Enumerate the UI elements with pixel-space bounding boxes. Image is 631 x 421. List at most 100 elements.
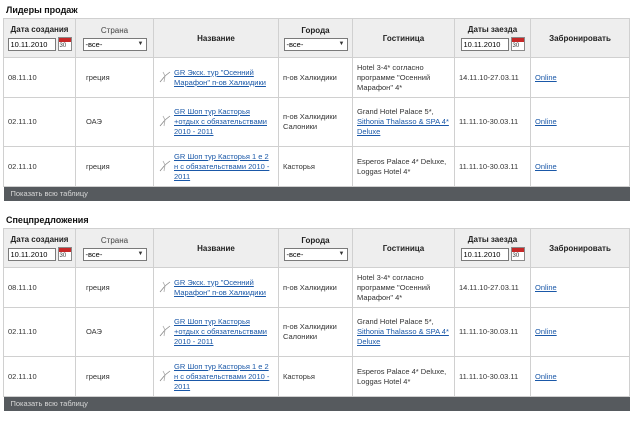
- table-row: 02.11.10 ОАЭ GR Шоп тур Касторья +отдых …: [3, 307, 630, 357]
- book-online-link[interactable]: Online: [535, 73, 557, 82]
- book-header: Забронировать: [530, 18, 630, 58]
- row-book-cell: Online: [530, 57, 630, 98]
- row-name-cell: GR Экск. тур "Осенний Марафон" п-ов Халк…: [153, 267, 279, 308]
- hotel-text: Hotel 3-4* согласно программе "Осенний М…: [357, 62, 431, 92]
- tour-photo-icon: [159, 281, 171, 292]
- tour-name-link[interactable]: GR Экск. тур "Осенний Марафон" п-ов Халк…: [174, 278, 266, 297]
- city-select[interactable]: -все- ▼: [283, 247, 348, 261]
- row-book-cell: Online: [530, 307, 630, 357]
- leaders-table: Дата создания 10.11.2010 30 Страна -все-…: [3, 18, 630, 201]
- row-date: 08.11.10: [3, 57, 76, 98]
- table-row: 08.11.10 греция GR Экск. тур "Осенний Ма…: [3, 57, 630, 98]
- section-title-leaders: Лидеры продаж: [6, 5, 78, 15]
- book-online-link[interactable]: Online: [535, 162, 557, 171]
- row-city: п-ов Халкидики: [278, 57, 353, 98]
- country-header: Страна -все- ▼: [75, 18, 154, 58]
- country-select[interactable]: -все- ▼: [82, 247, 147, 261]
- created-date-header: Дата создания 10.11.2010 30: [3, 18, 76, 58]
- country-select[interactable]: -все- ▼: [82, 37, 147, 51]
- calendar-icon[interactable]: 30: [57, 37, 72, 51]
- hotel-header: Гостиница: [352, 228, 455, 268]
- country-label: Страна: [100, 25, 129, 35]
- row-country: греция: [75, 57, 154, 98]
- checkin-dates-header: Даты заезда 10.11.2010 30: [454, 228, 531, 268]
- row-book-cell: Online: [530, 97, 630, 147]
- hotel-text: Grand Hotel Palace 5*,: [357, 317, 434, 326]
- row-hotel: Hotel 3-4* согласно программе "Осенний М…: [352, 267, 455, 308]
- calendar-icon[interactable]: 30: [57, 247, 72, 261]
- country-header: Страна -все- ▼: [75, 228, 154, 268]
- row-date: 02.11.10: [3, 356, 76, 397]
- city-select-value: -все-: [286, 249, 304, 259]
- hotel-link[interactable]: Sithonia Thalasso & SPA 4* Deluxe: [357, 117, 449, 136]
- table-row: 02.11.10 греция GR Шоп тур Касторья 1 е …: [3, 146, 630, 187]
- name-header: Название: [153, 18, 279, 58]
- table-row: 02.11.10 ОАЭ GR Шоп тур Касторья +отдых …: [3, 97, 630, 147]
- book-online-link[interactable]: Online: [535, 372, 557, 381]
- row-dates: 11.11.10-30.03.11: [454, 97, 531, 147]
- name-header: Название: [153, 228, 279, 268]
- row-city: п-ов Халкидики Салоники: [278, 307, 353, 357]
- tour-photo-icon: [159, 115, 171, 127]
- row-country: ОАЭ: [75, 307, 154, 357]
- row-dates: 11.11.10-30.03.11: [454, 307, 531, 357]
- chevron-down-icon: ▼: [137, 251, 144, 257]
- special-offers-table: Дата создания 10.11.2010 30 Страна -все-…: [3, 228, 630, 411]
- row-country: ОАЭ: [75, 97, 154, 147]
- tour-name-link[interactable]: GR Шоп тур Касторья +отдых с обязательст…: [174, 107, 267, 136]
- checkin-date-input[interactable]: 10.11.2010: [460, 247, 509, 261]
- created-date-input[interactable]: 10.11.2010: [7, 247, 56, 261]
- city-header: Города -все- ▼: [278, 18, 353, 58]
- book-online-link[interactable]: Online: [535, 117, 557, 126]
- row-dates: 14.11.10-27.03.11: [454, 267, 531, 308]
- tour-name-link[interactable]: GR Экск. тур "Осенний Марафон" п-ов Халк…: [174, 68, 266, 87]
- table-header: Дата создания 10.11.2010 30 Страна -все-…: [3, 18, 630, 58]
- row-country: греция: [75, 146, 154, 187]
- row-hotel: Esperos Palace 4* Deluxe, Loggas Hotel 4…: [352, 356, 455, 397]
- created-date-input[interactable]: 10.11.2010: [7, 37, 56, 51]
- show-all-table-link[interactable]: Показать всю таблицу: [3, 186, 630, 201]
- hotel-text: Esperos Palace 4* Deluxe, Loggas Hotel 4…: [357, 366, 447, 386]
- row-name-cell: GR Шоп тур Касторья +отдых с обязательст…: [153, 307, 279, 357]
- country-label: Страна: [100, 235, 129, 245]
- row-dates: 14.11.10-27.03.11: [454, 57, 531, 98]
- hotel-text: Hotel 3-4* согласно программе "Осенний М…: [357, 272, 431, 302]
- tour-photo-icon: [159, 71, 171, 82]
- table-footer: Показать всю таблицу: [3, 396, 630, 411]
- tour-name-link[interactable]: GR Шоп тур Касторья 1 е 2 н с обязательс…: [174, 362, 269, 391]
- checkin-date-input[interactable]: 10.11.2010: [460, 37, 509, 51]
- city-label: Города: [301, 235, 330, 245]
- row-dates: 11.11.10-30.03.11: [454, 146, 531, 187]
- calendar-icon[interactable]: 30: [510, 37, 525, 51]
- city-label: Города: [301, 25, 330, 35]
- tour-name-link[interactable]: GR Шоп тур Касторья +отдых с обязательст…: [174, 317, 267, 346]
- row-hotel: Grand Hotel Palace 5*, Sithonia Thalasso…: [352, 97, 455, 147]
- row-dates: 11.11.10-30.03.11: [454, 356, 531, 397]
- tour-photo-icon: [159, 160, 171, 171]
- row-city: п-ов Халкидики: [278, 267, 353, 308]
- checkin-dates-label: Даты заезда: [467, 25, 518, 34]
- row-date: 08.11.10: [3, 267, 76, 308]
- row-hotel: Hotel 3-4* согласно программе "Осенний М…: [352, 57, 455, 98]
- tour-name-link[interactable]: GR Шоп тур Касторья 1 е 2 н с обязательс…: [174, 152, 269, 181]
- checkin-dates-header: Даты заезда 10.11.2010 30: [454, 18, 531, 58]
- chevron-down-icon: ▼: [338, 251, 345, 257]
- checkin-dates-label: Даты заезда: [467, 235, 518, 244]
- table-row: 08.11.10 греция GR Экск. тур "Осенний Ма…: [3, 267, 630, 308]
- row-name-cell: GR Шоп тур Касторья +отдых с обязательст…: [153, 97, 279, 147]
- chevron-down-icon: ▼: [338, 41, 345, 47]
- show-all-table-link[interactable]: Показать всю таблицу: [3, 396, 630, 411]
- calendar-icon[interactable]: 30: [510, 247, 525, 261]
- book-online-link[interactable]: Online: [535, 283, 557, 292]
- city-select[interactable]: -все- ▼: [283, 37, 348, 51]
- row-book-cell: Online: [530, 146, 630, 187]
- row-book-cell: Online: [530, 267, 630, 308]
- row-date: 02.11.10: [3, 307, 76, 357]
- hotel-link[interactable]: Sithonia Thalasso & SPA 4* Deluxe: [357, 327, 449, 346]
- row-name-cell: GR Шоп тур Касторья 1 е 2 н с обязательс…: [153, 356, 279, 397]
- tour-photo-icon: [159, 370, 171, 381]
- created-date-label: Дата создания: [10, 235, 69, 244]
- row-hotel: Grand Hotel Palace 5*, Sithonia Thalasso…: [352, 307, 455, 357]
- row-country: греция: [75, 356, 154, 397]
- book-online-link[interactable]: Online: [535, 327, 557, 336]
